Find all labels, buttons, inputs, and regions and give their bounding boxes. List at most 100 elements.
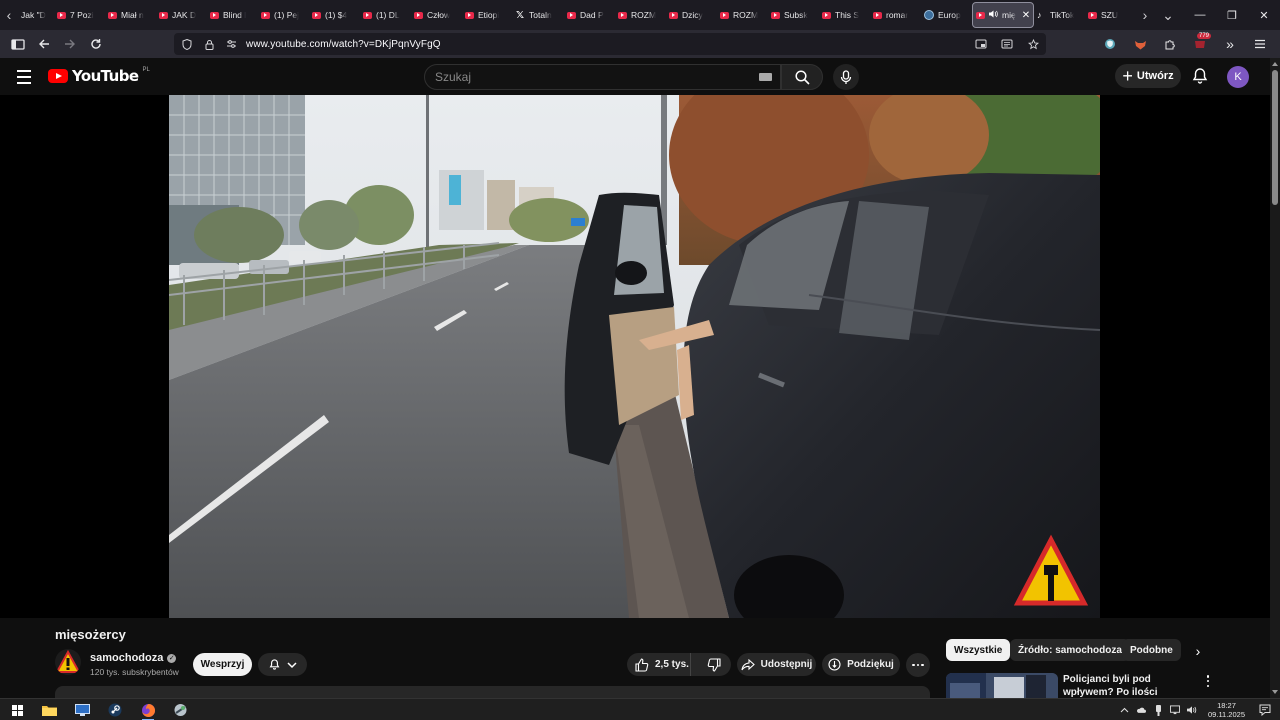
scroll-down-icon[interactable] xyxy=(1272,690,1278,694)
notification-preferences-button[interactable] xyxy=(258,653,307,676)
voice-search-button[interactable] xyxy=(833,64,859,90)
file-explorer-icon[interactable] xyxy=(34,699,64,720)
tab-15[interactable]: ROZM xyxy=(717,0,768,30)
share-button[interactable]: Udostępnij xyxy=(737,653,816,676)
network-icon[interactable] xyxy=(1170,705,1181,715)
tab-6[interactable]: (1) Pej xyxy=(258,0,309,30)
tab-5[interactable]: Blind l xyxy=(207,0,258,30)
create-button[interactable]: + Utwórz xyxy=(1115,64,1181,88)
tab-11[interactable]: 𝕏 Totaln xyxy=(513,0,564,30)
tab-12[interactable]: Dad P xyxy=(564,0,615,30)
guide-menu-icon[interactable] xyxy=(14,67,34,87)
clock[interactable]: 18:27 09.11.2025 xyxy=(1208,701,1245,719)
page-scrollbar[interactable] xyxy=(1270,58,1280,698)
reload-icon[interactable] xyxy=(84,32,108,56)
volume-icon[interactable] xyxy=(1187,705,1197,715)
tab-17[interactable]: This S xyxy=(819,0,870,30)
like-button[interactable]: 2,5 tys. xyxy=(627,653,692,676)
tab-title: mię xyxy=(1002,10,1016,20)
channel-avatar[interactable] xyxy=(55,649,81,675)
lock-icon[interactable] xyxy=(200,35,218,53)
support-button[interactable]: Wesprzyj xyxy=(193,653,252,676)
description-box[interactable] xyxy=(55,686,930,698)
tab-8[interactable]: (1) DL xyxy=(360,0,411,30)
close-tab-icon[interactable]: ✕ xyxy=(1022,10,1030,21)
bookmark-star-icon[interactable] xyxy=(1024,35,1042,53)
notifications-icon[interactable] xyxy=(1258,703,1272,717)
navigation-bar: www.youtube.com/watch?v=DKjPqnVyFgQ 779 … xyxy=(0,30,1280,58)
scrollbar-thumb[interactable] xyxy=(1272,70,1278,205)
video-player[interactable] xyxy=(0,95,1270,618)
video-frame[interactable] xyxy=(169,95,1100,618)
back-icon[interactable] xyxy=(32,32,56,56)
notifications-bell-icon[interactable] xyxy=(1190,66,1210,86)
url-actions xyxy=(968,35,1042,53)
tab-list-after: ♪ TikTok SZU xyxy=(1034,0,1136,30)
tab-9[interactable]: Człow xyxy=(411,0,462,30)
chip-2[interactable]: Źródło: samochodoza xyxy=(1010,639,1130,661)
channel-name-link[interactable]: samochodoza ✓ xyxy=(90,652,177,664)
tracking-protection-shield-icon[interactable] xyxy=(178,35,196,53)
forward-icon[interactable] xyxy=(58,32,82,56)
chip-scroll-right-icon[interactable]: › xyxy=(1190,643,1206,659)
keyboard-icon[interactable] xyxy=(759,73,772,81)
adblock-extension-icon[interactable]: 779 xyxy=(1188,32,1212,56)
chip-3[interactable]: Podobne xyxy=(1122,639,1181,661)
app-menu-icon[interactable] xyxy=(1248,32,1272,56)
extensions-puzzle-icon[interactable] xyxy=(1158,32,1182,56)
youtube-favicon-icon xyxy=(771,11,780,19)
restore-icon[interactable]: ❐ xyxy=(1216,0,1248,30)
tab-1[interactable]: ♪ TikTok xyxy=(1034,0,1085,30)
related-video-menu-icon[interactable] xyxy=(1202,674,1214,688)
tab-16[interactable]: Subsk xyxy=(768,0,819,30)
minimize-icon[interactable]: — xyxy=(1184,0,1216,30)
windows-start-icon[interactable] xyxy=(2,699,32,720)
dislike-button[interactable] xyxy=(697,657,731,672)
sidebar-toggle-icon[interactable] xyxy=(6,32,30,56)
vpn-extension-icon[interactable] xyxy=(1098,32,1122,56)
thanks-button[interactable]: Podziękuj xyxy=(822,653,900,676)
steam-icon[interactable] xyxy=(100,699,130,720)
tab-3[interactable]: Miał n xyxy=(105,0,156,30)
related-video-thumbnail[interactable] xyxy=(946,673,1058,698)
tab-10[interactable]: Etiopi xyxy=(462,0,513,30)
remote-desktop-icon[interactable] xyxy=(67,699,97,720)
tab-list: Jak "D 7 Pozi Miał n JAK D Blind l (1) Pej (1)… xyxy=(18,0,972,30)
extension-badge: 779 xyxy=(1196,33,1211,39)
search-button[interactable] xyxy=(781,64,823,90)
account-avatar[interactable]: K xyxy=(1227,66,1249,88)
url-bar[interactable]: www.youtube.com/watch?v=DKjPqnVyFgQ xyxy=(174,33,1046,55)
tab-13[interactable]: ROZM xyxy=(615,0,666,30)
permissions-icon[interactable] xyxy=(222,35,240,53)
chip-1[interactable]: Wszystkie xyxy=(946,639,1011,661)
firefox-icon[interactable] xyxy=(133,699,163,720)
speaker-icon[interactable] xyxy=(989,10,998,20)
scroll-up-icon[interactable] xyxy=(1272,60,1278,66)
app-icon[interactable] xyxy=(165,699,195,720)
tab-7[interactable]: (1) $4 xyxy=(309,0,360,30)
related-video-title[interactable]: Policjanci byli pod wpływem? Po ilości z… xyxy=(1063,673,1195,698)
search-input[interactable]: Szukaj xyxy=(424,64,781,90)
tab-2[interactable]: SZU xyxy=(1085,0,1136,30)
reader-view-icon[interactable] xyxy=(998,35,1016,53)
tab-2[interactable]: 7 Pozi xyxy=(54,0,105,30)
fox-extension-icon[interactable] xyxy=(1128,32,1152,56)
list-all-tabs-icon[interactable]: ⌄ xyxy=(1154,0,1182,30)
more-tools-icon[interactable]: » xyxy=(1218,32,1242,56)
show-hidden-icons-icon[interactable] xyxy=(1119,705,1129,715)
tab-18[interactable]: romar xyxy=(870,0,921,30)
picture-in-picture-icon[interactable] xyxy=(972,35,990,53)
browser-tab-strip: ‹ Jak "D 7 Pozi Miał n JAK D Blind l (1) Pej (… xyxy=(0,0,1280,30)
youtube-logo[interactable]: YouTube PL xyxy=(48,67,150,85)
tab-19[interactable]: Europ xyxy=(921,0,972,30)
close-window-icon[interactable]: ✕ xyxy=(1248,0,1280,30)
onedrive-cloud-icon[interactable] xyxy=(1136,705,1147,715)
tabs-scroll-right-icon[interactable]: › xyxy=(1136,0,1154,30)
tab-14[interactable]: Dzicy xyxy=(666,0,717,30)
usb-device-icon[interactable] xyxy=(1153,704,1163,716)
more-actions-button[interactable] xyxy=(906,653,930,677)
tab-active[interactable]: mię ✕ xyxy=(972,2,1034,28)
tabs-scroll-left-icon[interactable]: ‹ xyxy=(0,0,18,30)
tab-4[interactable]: JAK D xyxy=(156,0,207,30)
tab-1[interactable]: Jak "D xyxy=(18,0,54,30)
